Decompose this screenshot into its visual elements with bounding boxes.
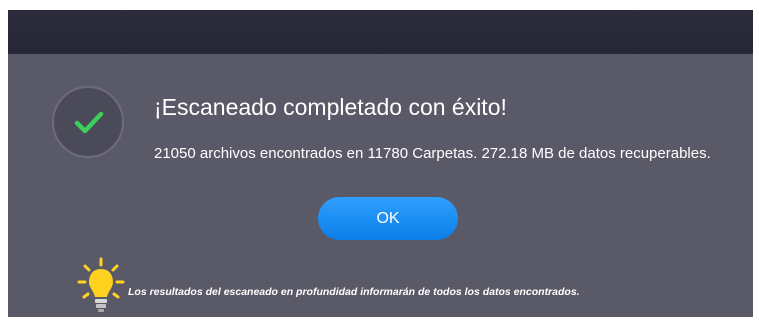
title-bar <box>8 10 753 54</box>
dialog-description: 21050 archivos encontrados en 11780 Carp… <box>154 145 711 162</box>
checkmark-icon <box>74 111 104 134</box>
status-badge <box>52 86 124 158</box>
window-edge <box>753 10 759 317</box>
ok-button[interactable]: OK <box>318 197 458 240</box>
app-window: ¡Escaneado completado con éxito! 21050 a… <box>0 0 759 331</box>
tip-text: Los resultados del escaneado en profundi… <box>128 286 580 298</box>
scan-complete-dialog: ¡Escaneado completado con éxito! 21050 a… <box>8 54 753 317</box>
dialog-title: ¡Escaneado completado con éxito! <box>154 94 507 120</box>
lightbulb-icon <box>77 257 125 312</box>
